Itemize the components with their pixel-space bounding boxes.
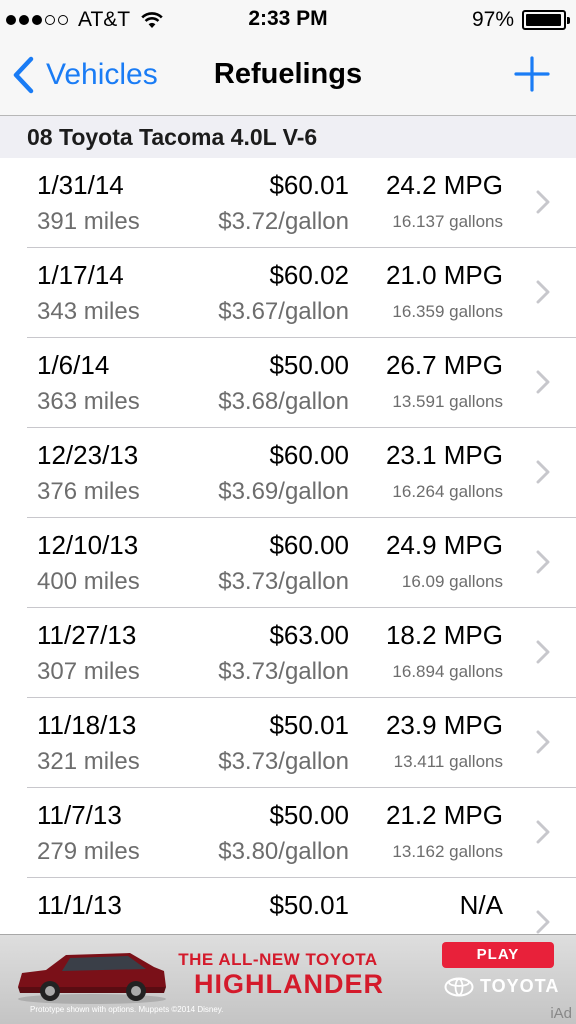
refuel-mpg: 24.9 MPG <box>385 530 503 560</box>
refuel-price-per-gallon: $3.80/gallon <box>218 838 349 865</box>
refuel-miles: 391 miles <box>37 208 140 235</box>
refuel-mpg: 26.7 MPG <box>385 350 503 380</box>
refueling-row[interactable]: 12/23/13 376 miles $60.00 $3.69/gallon 2… <box>0 428 576 518</box>
chevron-right-icon <box>536 730 550 754</box>
battery-icon <box>522 10 570 30</box>
refuel-cost: $50.00 <box>269 800 349 830</box>
refuel-price-per-gallon: $3.73/gallon <box>218 748 349 775</box>
refuel-cost: $60.02 <box>269 260 349 290</box>
refueling-row[interactable]: 12/10/13 400 miles $60.00 $3.73/gallon 2… <box>0 518 576 608</box>
refuel-date: 11/27/13 <box>37 620 137 650</box>
status-bar: AT&T 2:33 PM 97% <box>0 0 576 40</box>
refuel-price-per-gallon: $3.68/gallon <box>218 388 349 415</box>
refuel-mpg: 24.2 MPG <box>385 170 503 200</box>
refuel-gallons: 16.894 gallons <box>392 662 503 681</box>
refuel-price-per-gallon: $3.72/gallon <box>218 208 349 235</box>
refuel-gallons: 13.411 gallons <box>393 752 503 771</box>
refuel-miles: 321 miles <box>37 748 140 775</box>
iad-label: iAd <box>550 1005 572 1022</box>
refuel-price-per-gallon: $3.67/gallon <box>218 298 349 325</box>
refuel-date: 1/31/14 <box>37 170 124 200</box>
refuel-mpg: 23.9 MPG <box>385 710 503 740</box>
back-button[interactable]: Vehicles <box>12 56 158 94</box>
refuel-gallons: 13.162 gallons <box>392 842 503 861</box>
toyota-emblem-icon <box>444 977 474 996</box>
refuel-gallons: 16.09 gallons <box>401 572 503 591</box>
chevron-right-icon <box>536 190 550 214</box>
refuel-date: 11/18/13 <box>37 710 137 740</box>
back-button-label: Vehicles <box>46 58 158 91</box>
refuel-cost: $60.00 <box>269 530 349 560</box>
refueling-row[interactable]: 11/1/13 $50.01 N/A <box>0 878 576 934</box>
refuel-date: 11/1/13 <box>37 890 122 920</box>
refuel-miles: 376 miles <box>37 478 140 505</box>
refuel-miles: 363 miles <box>37 388 140 415</box>
ad-disclaimer: Prototype shown with options. Muppets ©2… <box>30 1005 224 1014</box>
refuel-price-per-gallon: $3.73/gallon <box>218 658 349 685</box>
chevron-right-icon <box>536 460 550 484</box>
refuel-cost: $50.00 <box>269 350 349 380</box>
refuel-miles: 400 miles <box>37 568 140 595</box>
toyota-logo: TOYOTA <box>444 976 559 997</box>
ad-play-button[interactable]: PLAY <box>442 942 554 968</box>
refueling-row[interactable]: 1/31/14 391 miles $60.01 $3.72/gallon 24… <box>0 158 576 248</box>
refuel-miles: 343 miles <box>37 298 140 325</box>
chevron-left-icon <box>13 56 34 94</box>
refuel-mpg: 21.2 MPG <box>385 800 503 830</box>
refuel-gallons: 16.264 gallons <box>392 482 503 501</box>
ad-brand: TOYOTA <box>480 976 560 996</box>
status-right: 97% <box>471 8 570 32</box>
refuel-mpg: 18.2 MPG <box>385 620 503 650</box>
refuel-mpg: N/A <box>459 890 503 920</box>
refuel-price-per-gallon: $3.73/gallon <box>218 568 349 595</box>
chevron-right-icon <box>536 550 550 574</box>
ad-model-name: HIGHLANDER <box>194 969 384 999</box>
battery-fill <box>526 14 561 26</box>
refueling-row[interactable]: 11/7/13 279 miles $50.00 $3.80/gallon 21… <box>0 788 576 878</box>
refueling-row[interactable]: 11/18/13 321 miles $50.01 $3.73/gallon 2… <box>0 698 576 788</box>
chevron-right-icon <box>536 640 550 664</box>
refuel-cost: $50.01 <box>269 710 349 740</box>
refuel-date: 1/17/14 <box>37 260 124 290</box>
refuel-gallons: 13.591 gallons <box>392 392 503 411</box>
refuel-cost: $50.01 <box>269 890 349 920</box>
battery-percent: 97% <box>471 8 514 31</box>
refuel-date: 12/23/13 <box>37 440 139 470</box>
add-icon[interactable] <box>514 56 550 92</box>
refuelings-list[interactable]: 1/31/14 391 miles $60.01 $3.72/gallon 24… <box>0 158 576 934</box>
app-screen: AT&T 2:33 PM 97% Vehicles Refuelings 08 … <box>0 0 576 1024</box>
chevron-right-icon <box>536 910 550 934</box>
refueling-row[interactable]: 1/17/14 343 miles $60.02 $3.67/gallon 21… <box>0 248 576 338</box>
refuel-cost: $63.00 <box>269 620 349 650</box>
refuel-price-per-gallon: $3.69/gallon <box>218 478 349 505</box>
refuel-miles: 307 miles <box>37 658 140 685</box>
chevron-right-icon <box>536 820 550 844</box>
vehicle-section-header: 08 Toyota Tacoma 4.0L V-6 <box>0 116 576 158</box>
refueling-row[interactable]: 1/6/14 363 miles $50.00 $3.68/gallon 26.… <box>0 338 576 428</box>
refuel-cost: $60.01 <box>269 170 349 200</box>
refuel-date: 11/7/13 <box>37 800 122 830</box>
refuel-mpg: 21.0 MPG <box>385 260 503 290</box>
ad-banner[interactable]: THE ALL-NEW TOYOTA HIGHLANDER PLAY TOYOT… <box>0 934 576 1024</box>
refuel-miles: 279 miles <box>37 838 140 865</box>
refueling-row[interactable]: 11/27/13 307 miles $63.00 $3.73/gallon 1… <box>0 608 576 698</box>
refuel-date: 1/6/14 <box>37 350 110 380</box>
chevron-right-icon <box>536 280 550 304</box>
refuel-gallons: 16.359 gallons <box>392 302 503 321</box>
refuel-mpg: 23.1 MPG <box>385 440 503 470</box>
refuel-date: 12/10/13 <box>37 530 139 560</box>
refuel-gallons: 16.137 gallons <box>392 212 503 231</box>
navigation-bar: Vehicles Refuelings <box>0 40 576 116</box>
chevron-right-icon <box>536 370 550 394</box>
refuel-cost: $60.00 <box>269 440 349 470</box>
